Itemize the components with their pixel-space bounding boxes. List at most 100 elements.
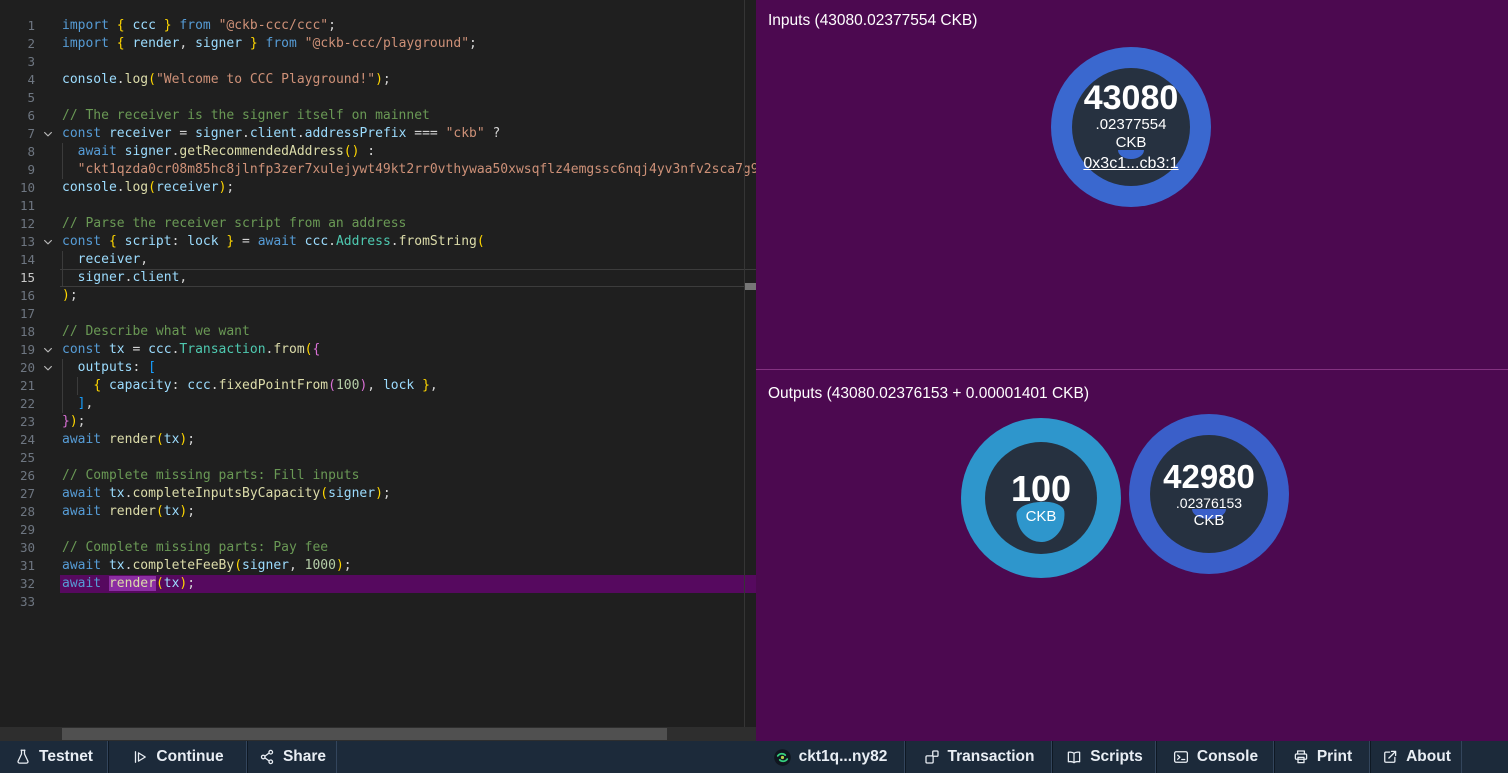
horizontal-scrollbar-track[interactable] — [0, 727, 756, 741]
code-line[interactable]: 16); — [0, 287, 756, 305]
code-text: await tx.completeFeeBy(signer, 1000); — [60, 557, 352, 575]
fold-chevron-down-icon[interactable] — [35, 233, 60, 251]
transaction-icon — [923, 748, 941, 766]
change-cell[interactable]: 42980 .02376153 CKB — [1129, 414, 1289, 574]
code-line[interactable]: 12// Parse the receiver script from an a… — [0, 215, 756, 233]
code-line[interactable]: 17 — [0, 305, 756, 323]
toolbar-button-label: Console — [1197, 748, 1258, 766]
line-number: 27 — [0, 485, 35, 503]
toolbar-button-share[interactable]: Share — [247, 741, 337, 773]
fold-gutter — [35, 179, 60, 197]
line-number: 21 — [0, 377, 35, 395]
fold-gutter — [35, 539, 60, 557]
line-number: 22 — [0, 395, 35, 413]
code-text: // Complete missing parts: Fill inputs — [60, 467, 359, 485]
toolbar-button-account[interactable]: ckt1q...ny82 — [756, 741, 905, 773]
fold-gutter — [35, 413, 60, 431]
code-line[interactable]: 27await tx.completeInputsByCapacity(sign… — [0, 485, 756, 503]
input-cell[interactable]: 43080 .02377554 CKB 0x3c1...cb3:1 — [1051, 47, 1211, 207]
code-line[interactable]: 1import { ccc } from "@ckb-ccc/ccc"; — [0, 17, 756, 35]
code-line[interactable]: 30// Complete missing parts: Pay fee — [0, 539, 756, 557]
code-line[interactable]: 22 ], — [0, 395, 756, 413]
line-number: 10 — [0, 179, 35, 197]
toolbar-button-about[interactable]: About — [1370, 741, 1462, 773]
code-line[interactable]: 20 outputs: [ — [0, 359, 756, 377]
line-number: 23 — [0, 413, 35, 431]
code-line[interactable]: 2import { render, signer } from "@ckb-cc… — [0, 35, 756, 53]
toolbar-button-console[interactable]: Console — [1156, 741, 1274, 773]
line-number: 7 — [0, 125, 35, 143]
line-number: 20 — [0, 359, 35, 377]
code-line[interactable]: 15 signer.client, — [0, 269, 756, 287]
code-line[interactable]: 7 const receiver = signer.client.addressP… — [0, 125, 756, 143]
code-line[interactable]: 31 await tx.completeFeeBy(signer, 1000); — [0, 557, 756, 575]
toolbar-button-print[interactable]: Print — [1274, 741, 1370, 773]
code-line[interactable]: 11 — [0, 197, 756, 215]
code-line[interactable]: 4console.log("Welcome to CCC Playground!… — [0, 71, 756, 89]
code-line[interactable]: 24await render(tx); — [0, 431, 756, 449]
cell-decimals: .02377554 — [1096, 116, 1167, 134]
fold-gutter — [35, 197, 60, 215]
bottom-toolbar: TestnetContinue Share ckt1q...ny82 Transac… — [0, 741, 1508, 773]
step-forward-icon — [131, 748, 149, 766]
line-number: 28 — [0, 503, 35, 521]
code-line[interactable]: 18// Describe what we want — [0, 323, 756, 341]
code-text: await signer.getRecommendedAddress() : — [60, 143, 375, 161]
horizontal-scrollbar-thumb[interactable] — [62, 728, 667, 740]
fold-chevron-down-icon[interactable] — [35, 341, 60, 359]
scripts-icon — [1065, 748, 1083, 766]
external-link-icon — [1381, 748, 1399, 766]
fold-gutter — [35, 107, 60, 125]
output-cell[interactable]: 100 CKB — [961, 418, 1121, 578]
code-text: receiver, — [60, 251, 148, 269]
code-line[interactable]: 8 await signer.getRecommendedAddress() : — [0, 143, 756, 161]
code-line[interactable]: 21 { capacity: ccc.fixedPointFrom(100), … — [0, 377, 756, 395]
fold-gutter — [35, 485, 60, 503]
code-line[interactable]: 32await render(tx); — [0, 575, 756, 593]
code-editor[interactable]: 1import { ccc } from "@ckb-ccc/ccc";2imp… — [0, 0, 756, 741]
fold-gutter — [35, 305, 60, 323]
toolbar-button-scripts[interactable]: Scripts — [1052, 741, 1156, 773]
line-number: 31 — [0, 557, 35, 575]
fold-gutter — [35, 53, 60, 71]
line-number: 5 — [0, 89, 35, 107]
code-line[interactable]: 28 await render(tx); — [0, 503, 756, 521]
fold-chevron-down-icon[interactable] — [35, 125, 60, 143]
code-text: const receiver = signer.client.addressPr… — [60, 125, 500, 143]
fold-gutter — [35, 431, 60, 449]
toolbar-button-testnet[interactable]: Testnet — [0, 741, 108, 773]
toolbar-button-label: Transaction — [948, 748, 1035, 766]
toolbar-button-continue[interactable]: Continue — [108, 741, 247, 773]
fold-gutter — [35, 287, 60, 305]
toolbar-button-label: Share — [283, 748, 326, 766]
code-line[interactable]: 19const tx = ccc.Transaction.from({ — [0, 341, 756, 359]
fold-gutter — [35, 161, 60, 179]
inputs-section-title: Inputs (43080.02377554 CKB) — [768, 12, 977, 30]
code-line[interactable]: 3 — [0, 53, 756, 71]
share-icon — [258, 748, 276, 766]
code-line[interactable]: 5 — [0, 89, 756, 107]
line-number: 9 — [0, 161, 35, 179]
code-text: await render(tx); — [60, 503, 195, 521]
toolbar-button-label: Print — [1317, 748, 1352, 766]
console-icon — [1172, 748, 1190, 766]
code-line[interactable]: 29 — [0, 521, 756, 539]
code-line[interactable]: 14 receiver, — [0, 251, 756, 269]
code-line[interactable]: 25 — [0, 449, 756, 467]
section-separator — [756, 369, 1508, 370]
fold-chevron-down-icon[interactable] — [35, 359, 60, 377]
line-number: 16 — [0, 287, 35, 305]
code-line[interactable]: 9 "ckt1qzda0cr08m85hc8jlnfp3zer7xulejywt… — [0, 161, 756, 179]
code-line[interactable]: 6// The receiver is the signer itself on… — [0, 107, 756, 125]
fold-gutter — [35, 467, 60, 485]
code-line[interactable]: 23}); — [0, 413, 756, 431]
code-line[interactable]: 13const { script: lock } = await ccc.Add… — [0, 233, 756, 251]
code-line[interactable]: 10console.log(receiver); — [0, 179, 756, 197]
outpoint-link[interactable]: 0x3c1...cb3:1 — [1083, 153, 1178, 174]
fold-gutter — [35, 71, 60, 89]
code-text: import { render, signer } from "@ckb-ccc… — [60, 35, 477, 53]
code-text: const tx = ccc.Transaction.from({ — [60, 341, 320, 359]
code-line[interactable]: 26// Complete missing parts: Fill inputs — [0, 467, 756, 485]
code-line[interactable]: 33 — [0, 593, 756, 611]
toolbar-button-transaction[interactable]: Transaction — [905, 741, 1052, 773]
